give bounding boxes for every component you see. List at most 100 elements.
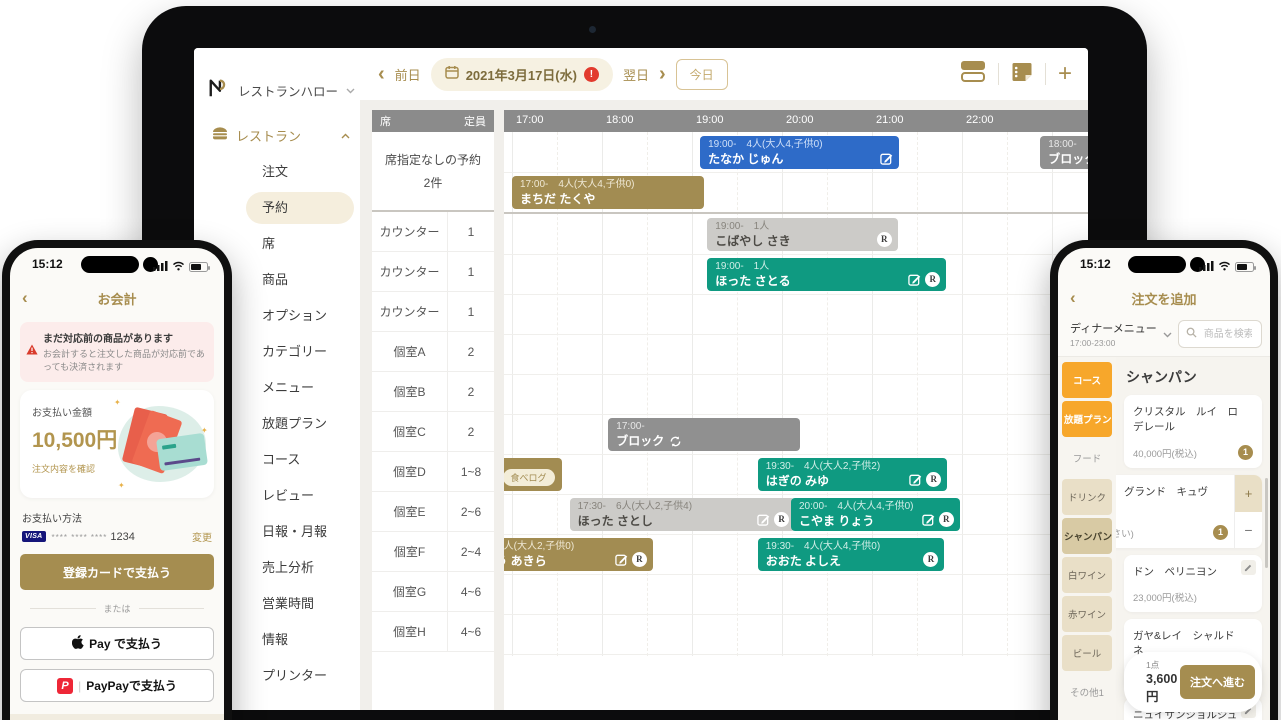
edit-icon[interactable] — [922, 513, 935, 526]
edit-icon[interactable] — [757, 513, 770, 526]
category-tab-6[interactable]: 赤ワイン — [1062, 596, 1112, 632]
reservation-block[interactable]: 20:00- 4人(大人4,子供0) こやま りょう R — [791, 498, 960, 531]
battery-icon — [1235, 262, 1254, 272]
reservation-source-icon[interactable]: R — [926, 472, 941, 487]
hour-label: 17:00 — [516, 114, 544, 126]
edit-icon[interactable] — [615, 553, 628, 566]
back-button[interactable]: ‹ — [22, 288, 28, 308]
unassigned-reservations-cell[interactable]: 席指定なしの予約 2件 — [372, 132, 494, 212]
category-tab-2[interactable]: フード — [1062, 440, 1112, 476]
col-capacity: 定員 — [464, 113, 494, 129]
seat-row[interactable]: カウンター 1 — [372, 292, 494, 332]
edit-icon[interactable] — [909, 473, 922, 486]
seat-row[interactable]: 個室E 2~6 — [372, 492, 494, 532]
increase-button[interactable]: + — [1235, 475, 1262, 512]
main-panel: ‹ 前日 2021年3月17日(水) ! 翌日 › 今日 — [360, 48, 1088, 710]
sidebar-item-0[interactable]: 注文 — [194, 154, 360, 190]
category-tab-5[interactable]: 白ワイン — [1062, 557, 1112, 593]
block-time: 17:00- — [616, 421, 792, 433]
category-tab-3[interactable]: ドリンク — [1062, 479, 1112, 515]
today-button[interactable]: 今日 — [676, 59, 728, 90]
category-tab-8[interactable]: その他1 — [1062, 674, 1112, 710]
seat-row[interactable]: 個室F 2~4 — [372, 532, 494, 572]
reservation-block[interactable]: 19:00- 1人 ほった さとる R — [707, 258, 946, 291]
product-card[interactable]: クリスタル ルイ ロデレール 40,000円(税込)1 — [1124, 395, 1262, 468]
offline-payment-section: オンライン決済以外で支払い お席またはレジにて直接お支払いを完了してください 店… — [10, 714, 224, 720]
hour-label: 22:00 — [966, 114, 994, 126]
product-card[interactable]: ドン ペリニヨン 23,000円(税込) — [1124, 555, 1262, 612]
prev-day-button[interactable]: 前日 — [395, 65, 421, 84]
seat-name: 個室B — [372, 372, 448, 411]
search-input[interactable] — [1202, 328, 1254, 341]
reservation-source-icon[interactable]: R — [632, 552, 647, 567]
reservation-block[interactable]: 17:00- ブロック — [608, 418, 800, 451]
seat-capacity: 2~6 — [448, 492, 494, 531]
reservation-block[interactable]: 17:00- 4人(大人4,子供0) まちだ たくや — [512, 176, 704, 209]
edit-icon[interactable] — [880, 152, 893, 165]
notes-view-icon[interactable] — [1011, 61, 1033, 88]
seat-row[interactable]: カウンター 1 — [372, 252, 494, 292]
reservation-block[interactable]: 18:00- ブロック — [1040, 136, 1088, 169]
seat-row[interactable]: カウンター 1 — [372, 212, 494, 252]
edit-icon[interactable] — [1241, 560, 1256, 575]
category-tab-1[interactable]: 放題プラン — [1062, 401, 1112, 437]
seat-row[interactable]: 個室G 4~6 — [372, 572, 494, 612]
change-card-link[interactable]: 変更 — [192, 529, 212, 544]
sidebar-section-restaurant[interactable]: レストラン — [212, 120, 350, 150]
toolbar-divider — [998, 63, 999, 85]
product-card[interactable]: クリュッグ グランド キュヴェ (お尋ねください)1 +− — [1116, 475, 1262, 548]
next-day-chevron-icon[interactable]: › — [659, 64, 666, 84]
reservation-block[interactable]: 17:30- 6人(大人2,子供4) ほった さとし R — [570, 498, 796, 531]
reservation-source-icon[interactable]: R — [774, 512, 789, 527]
reservation-block[interactable]: 19:30- 4人(大人4,子供0) おおた よしえ R — [758, 538, 945, 571]
reservation-source-icon[interactable]: R — [925, 272, 940, 287]
timeline-body: 19:00- 4人(大人4,子供0) たなか じゅん 18:00- ブロック 1… — [504, 132, 1088, 656]
reservation-block[interactable]: 19:00- 4人(大人4,子供0) たなか じゅん — [700, 136, 899, 169]
seat-row[interactable]: 個室H 4~6 — [372, 612, 494, 652]
reservation-source-icon[interactable]: R — [939, 512, 954, 527]
apple-pay-button[interactable]: Pay で支払う — [20, 627, 214, 660]
seat-name: 個室G — [372, 572, 448, 611]
category-tab-9[interactable]: その他2 — [1062, 713, 1112, 720]
page-title: お会計 — [97, 289, 136, 308]
seat-row[interactable]: 個室D 1~8 — [372, 452, 494, 492]
sidebar-item-1[interactable]: 予約 — [246, 192, 354, 224]
paypay-button[interactable]: P | PayPayで支払う — [20, 669, 214, 702]
seat-capacity: 4~6 — [448, 572, 494, 611]
date-picker[interactable]: 2021年3月17日(水) ! — [431, 58, 613, 91]
category-tab-4[interactable]: シャンパン — [1062, 518, 1112, 554]
decrease-button[interactable]: − — [1235, 512, 1262, 549]
proceed-order-button[interactable]: 注文へ進む — [1180, 665, 1255, 699]
reservation-source-icon[interactable]: R — [877, 232, 892, 247]
dynamic-island — [1128, 256, 1186, 273]
reservation-block[interactable]: 16:00- 2人(大人2,子供0) しんどう あきら R — [504, 538, 653, 571]
category-tab-7[interactable]: ビール — [1062, 635, 1112, 671]
add-reservation-button[interactable]: + — [1058, 62, 1072, 86]
reservation-block[interactable]: 19:00- 1人 こばやし さき R — [707, 218, 897, 251]
menu-select[interactable]: ディナーメニュー 17:00-23:00 — [1070, 320, 1157, 348]
prev-day-chevron-icon[interactable]: ‹ — [378, 64, 385, 84]
calendar-icon — [445, 65, 459, 84]
seat-row[interactable]: 個室C 2 — [372, 412, 494, 452]
seat-capacity: 4~6 — [448, 612, 494, 651]
account-switcher[interactable]: レストランハロー — [208, 76, 360, 104]
quantity-badge: 1 — [1213, 525, 1228, 540]
edit-icon[interactable] — [908, 273, 921, 286]
seat-row[interactable]: 個室A 2 — [372, 332, 494, 372]
block-name: おおた よしえ — [766, 553, 937, 569]
seat-row[interactable]: 個室B 2 — [372, 372, 494, 412]
product-price: 23,000円(税込) — [1133, 590, 1253, 604]
next-day-button[interactable]: 翌日 — [623, 65, 649, 84]
add-order-header: ‹ 注文を追加 — [1058, 282, 1270, 314]
section-title: シャンパン — [1126, 367, 1262, 387]
reservation-block[interactable]: 19:30- 4人(大人2,子供2) はぎの みゆ R — [758, 458, 948, 491]
category-tab-0[interactable]: コース — [1062, 362, 1112, 398]
reservation-source-icon[interactable]: R — [923, 552, 938, 567]
chevron-down-icon[interactable] — [1163, 325, 1172, 343]
scrollbar[interactable] — [1265, 478, 1268, 568]
pay-registered-card-button[interactable]: 登録カードで支払う — [20, 554, 214, 590]
rows-view-icon[interactable] — [960, 60, 986, 88]
product-search[interactable] — [1178, 320, 1262, 348]
back-button[interactable]: ‹ — [1070, 288, 1076, 308]
reservation-block[interactable]: 食べログ — [504, 458, 562, 491]
